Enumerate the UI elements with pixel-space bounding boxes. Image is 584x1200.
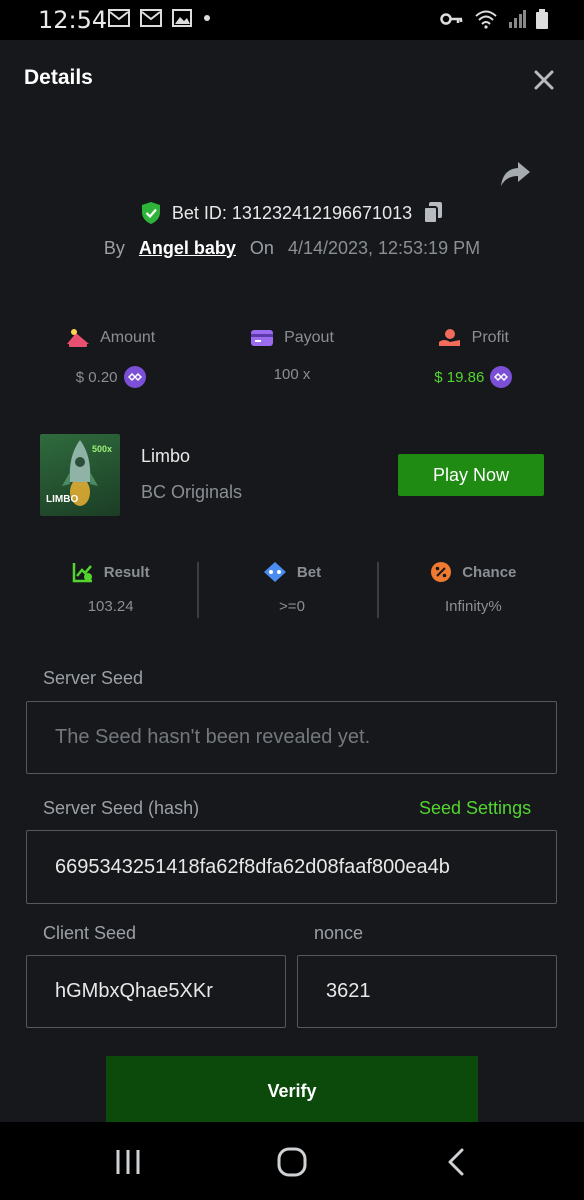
bet-stat: Bet >=0: [201, 560, 382, 620]
result-value: 103.24: [87, 598, 134, 615]
bet-id: Bet ID: 131232412196671013: [171, 202, 413, 223]
polygon-coin-icon: [123, 366, 146, 388]
server-seed-hash-label: Server Seed (hash): [43, 798, 200, 818]
amount-stat: Amount $ 0.20: [20, 308, 201, 408]
chance-value: Infinity%: [444, 598, 502, 615]
profit-icon: [438, 329, 460, 346]
details-sheet: Details Bet ID: 131232412196671013 By An…: [0, 40, 584, 1122]
gmail-icon: [108, 9, 130, 27]
system-icons: [440, 9, 548, 29]
on-label: On: [249, 237, 274, 258]
user-link[interactable]: Angel baby: [139, 238, 236, 259]
status-bar: 12:54: [0, 0, 584, 40]
bet-date: 4/14/2023, 12:53:19 PM: [287, 237, 481, 258]
key-icon: [440, 13, 463, 25]
dot-icon: [204, 15, 210, 21]
bet-id-row: Bet ID: 131232412196671013: [0, 198, 584, 228]
shield-check-icon: [141, 202, 160, 224]
polygon-coin-icon: [490, 366, 513, 388]
home-button[interactable]: [272, 1144, 312, 1180]
battery-icon: [536, 9, 548, 29]
game-row: 500x LIMBO Limbo BC Originals Play Now: [0, 434, 584, 516]
close-icon: [534, 70, 554, 90]
amount-value: $ 0.20: [75, 368, 118, 386]
notification-icons: [108, 9, 212, 27]
profit-label: Profit: [471, 329, 509, 346]
amount-icon: [67, 329, 90, 347]
back-button[interactable]: [436, 1144, 476, 1180]
divider: [377, 562, 379, 618]
result-stat: Result 103.24: [20, 560, 201, 620]
divider: [197, 562, 199, 618]
bet-author-row: By Angel baby On 4/14/2023, 12:53:19 PM: [0, 233, 584, 263]
copy-button[interactable]: [422, 201, 444, 225]
recent-apps-button[interactable]: [108, 1144, 148, 1180]
play-now-button[interactable]: Play Now: [398, 454, 544, 496]
bet-value: >=0: [279, 598, 305, 615]
home-icon: [277, 1147, 307, 1177]
server-seed-field[interactable]: The Seed hasn't been revealed yet.: [26, 701, 557, 774]
payout-value: 100 x: [273, 366, 311, 383]
thumb-title: LIMBO: [46, 494, 79, 505]
chance-stat: Chance Infinity%: [383, 560, 564, 620]
chance-label: Chance: [462, 563, 517, 581]
game-provider: BC Originals: [141, 482, 243, 502]
image-icon: [172, 9, 192, 27]
wifi-icon: [475, 10, 497, 29]
client-seed-label: Client Seed: [43, 923, 137, 943]
status-time: 12:54: [38, 6, 108, 34]
nonce-field[interactable]: 3621: [297, 955, 557, 1028]
bet-summary: Amount $ 0.20 Payout 100 x Profit $ 19.8…: [20, 308, 564, 408]
back-icon: [448, 1148, 464, 1176]
nonce-label: nonce: [314, 923, 364, 943]
result-stats: Result 103.24 Bet >=0 Chance Infinity%: [20, 560, 564, 620]
payout-label: Payout: [284, 329, 334, 346]
gmail-icon: [140, 9, 162, 27]
share-button[interactable]: [498, 156, 532, 190]
verify-button[interactable]: Verify: [106, 1056, 478, 1122]
amount-label: Amount: [100, 329, 156, 346]
page-title: Details: [24, 66, 93, 89]
result-icon: [72, 563, 92, 583]
close-button[interactable]: [530, 66, 558, 94]
server-seed-hash-field[interactable]: 6695343251418fa62f8dfa62d08faaf800ea4b: [26, 830, 557, 904]
server-seed-label: Server Seed: [43, 668, 144, 688]
game-name: Limbo: [141, 446, 191, 466]
percent-icon: [431, 562, 452, 582]
bet-icon: [263, 562, 286, 582]
client-seed-field[interactable]: hGMbxQhae5XKr: [26, 955, 286, 1028]
profit-value: $ 19.86: [434, 368, 485, 386]
bet-label: Bet: [296, 563, 322, 581]
share-icon: [501, 162, 530, 186]
navigation-bar: [0, 1122, 584, 1200]
profit-stat: Profit $ 19.86: [383, 308, 564, 408]
copy-icon: [423, 202, 443, 224]
payout-stat: Payout 100 x: [201, 308, 382, 408]
by-label: By: [103, 237, 125, 258]
recent-apps-icon: [116, 1150, 140, 1174]
result-label: Result: [103, 563, 150, 581]
game-thumbnail[interactable]: 500x LIMBO: [40, 434, 120, 516]
seed-settings-link[interactable]: Seed Settings: [419, 798, 531, 819]
signal-icon: [509, 10, 526, 28]
payout-icon: [251, 330, 274, 346]
thumb-badge: 500x: [92, 444, 113, 454]
